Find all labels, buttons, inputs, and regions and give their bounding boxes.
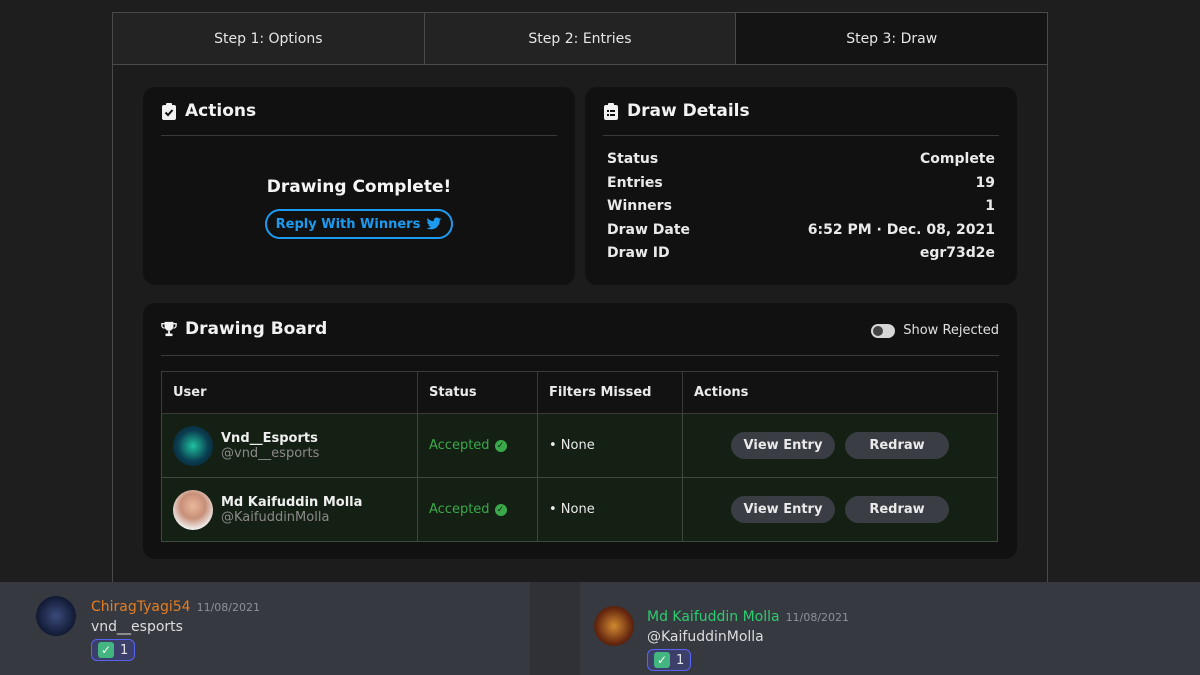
user-handle: @KaifuddinMolla — [221, 509, 330, 525]
user-name: Vnd__Esports — [221, 430, 318, 446]
avatar — [173, 425, 213, 466]
user-cell: Md Kaifuddin Molla @KaifuddinMolla — [161, 477, 418, 542]
check-circle-icon: ✓ — [494, 503, 507, 516]
check-circle-icon: ✓ — [494, 439, 507, 452]
reply-with-winners-button[interactable]: Reply With Winners — [265, 209, 453, 239]
entries-table: User Status Filters Missed Actions Vnd__… — [161, 371, 998, 542]
discord-gap — [530, 582, 580, 675]
detail-row-status: Status Complete — [607, 151, 995, 175]
detail-label: Winners — [607, 198, 672, 214]
board-title-text: Drawing Board — [185, 319, 328, 339]
column-header-actions: Actions — [682, 371, 998, 414]
redraw-button[interactable]: Redraw — [845, 496, 949, 523]
actions-card: Actions Drawing Complete! Reply With Win… — [143, 87, 575, 285]
reply-label: Reply With Winners — [275, 216, 421, 232]
filters-cell: • None — [537, 477, 683, 542]
detail-label: Entries — [607, 174, 663, 191]
message-date: 11/08/2021 — [785, 611, 850, 624]
table-header-row: User Status Filters Missed Actions — [161, 371, 998, 414]
detail-label: Status — [607, 151, 659, 167]
message-date: 11/08/2021 — [196, 601, 260, 614]
divider — [161, 355, 999, 356]
divider — [603, 135, 999, 136]
message-body: Md Kaifuddin Molla 11/08/2021 @KaifuddinM… — [647, 606, 849, 671]
redraw-button[interactable]: Redraw — [845, 432, 949, 459]
step-tabs: Step 1: Options Step 2: Entries Step 3: … — [113, 13, 1048, 65]
reaction-button[interactable]: ✓ 1 — [647, 649, 692, 671]
column-header-status: Status — [417, 371, 538, 414]
view-entry-button[interactable]: View Entry — [731, 496, 835, 523]
status-cell: Accepted ✓ — [417, 413, 538, 478]
trophy-icon — [161, 321, 177, 337]
detail-value: Complete — [920, 151, 995, 167]
detail-rows: Status Complete Entries 19 Winners 1 Draw D… — [607, 151, 995, 269]
actions-cell: View Entry Redraw — [682, 413, 998, 478]
board-title: Drawing Board — [161, 319, 327, 339]
column-header-filters: Filters Missed — [537, 371, 683, 414]
detail-value: 1 — [985, 198, 995, 214]
message-text: vnd__esports — [91, 619, 183, 635]
giveaway-app: Step 1: Options Step 2: Entries Step 3: … — [112, 12, 1048, 592]
message-author[interactable]: Md Kaifuddin Molla — [647, 609, 780, 625]
clipboard-list-icon — [604, 103, 618, 120]
tab-step-3[interactable]: Step 3: Draw — [736, 13, 1048, 64]
detail-label: Draw ID — [607, 245, 670, 261]
twitter-bird-icon — [426, 217, 442, 230]
detail-label: Draw Date — [607, 221, 691, 238]
check-emoji-icon: ✓ — [98, 642, 114, 658]
detail-row-winners: Winners 1 — [607, 198, 995, 222]
actions-cell: View Entry Redraw — [682, 477, 998, 542]
show-rejected-label: Show Rejected — [903, 323, 999, 338]
details-title-text: Draw Details — [627, 101, 750, 121]
status-text: Accepted — [429, 502, 490, 517]
column-header-user: User — [161, 371, 418, 414]
show-rejected-toggle-wrap: Show Rejected — [871, 323, 999, 338]
table-row: Vnd__Esports @vnd__esports Accepted ✓ • N… — [161, 413, 998, 478]
avatar — [173, 489, 213, 530]
user-handle: @vnd__esports — [221, 445, 320, 461]
detail-row-entries: Entries 19 — [607, 175, 995, 199]
user-cell: Vnd__Esports @vnd__esports — [161, 413, 418, 478]
avatar — [36, 596, 76, 636]
tab-step-1[interactable]: Step 1: Options — [113, 13, 425, 64]
status-cell: Accepted ✓ — [417, 477, 538, 542]
view-entry-button[interactable]: View Entry — [731, 432, 835, 459]
message-author[interactable]: ChiragTyagi54 — [91, 599, 191, 615]
reaction-count: 1 — [120, 642, 129, 658]
drawing-complete-text: Drawing Complete! — [266, 177, 452, 197]
check-emoji-icon: ✓ — [654, 652, 670, 668]
detail-value: 6:52 PM · Dec. 08, 2021 — [807, 221, 995, 238]
detail-value: egr73d2e — [919, 245, 995, 261]
discord-message-right: Md Kaifuddin Molla 11/08/2021 @KaifuddinM… — [580, 582, 1200, 675]
actions-title-text: Actions — [185, 101, 257, 121]
divider — [161, 135, 557, 136]
message-text: @KaifuddinMolla — [647, 629, 764, 645]
actions-title: Actions — [161, 101, 256, 121]
user-name: Md Kaifuddin Molla — [221, 494, 363, 510]
avatar — [594, 606, 634, 646]
detail-row-draw-id: Draw ID egr73d2e — [607, 245, 995, 269]
filters-cell: • None — [537, 413, 683, 478]
table-row: Md Kaifuddin Molla @KaifuddinMolla Accep… — [161, 477, 998, 542]
discord-message-left: ChiragTyagi54 11/08/2021 vnd__esports ✓ 1 — [0, 582, 530, 675]
drawing-board-card: Drawing Board Show Rejected User Status … — [143, 303, 1017, 559]
detail-row-draw-date: Draw Date 6:52 PM · Dec. 08, 2021 — [607, 222, 995, 246]
clipboard-check-icon — [162, 103, 176, 120]
message-body: ChiragTyagi54 11/08/2021 vnd__esports ✓ 1 — [91, 596, 260, 661]
show-rejected-toggle[interactable] — [871, 323, 896, 338]
details-title: Draw Details — [603, 101, 750, 121]
detail-value: 19 — [975, 174, 995, 191]
reaction-button[interactable]: ✓ 1 — [91, 639, 136, 661]
tab-step-2[interactable]: Step 2: Entries — [424, 13, 737, 64]
draw-details-card: Draw Details Status Complete Entries 19 Wi… — [585, 87, 1017, 285]
status-text: Accepted — [429, 438, 490, 453]
reaction-count: 1 — [676, 652, 685, 668]
